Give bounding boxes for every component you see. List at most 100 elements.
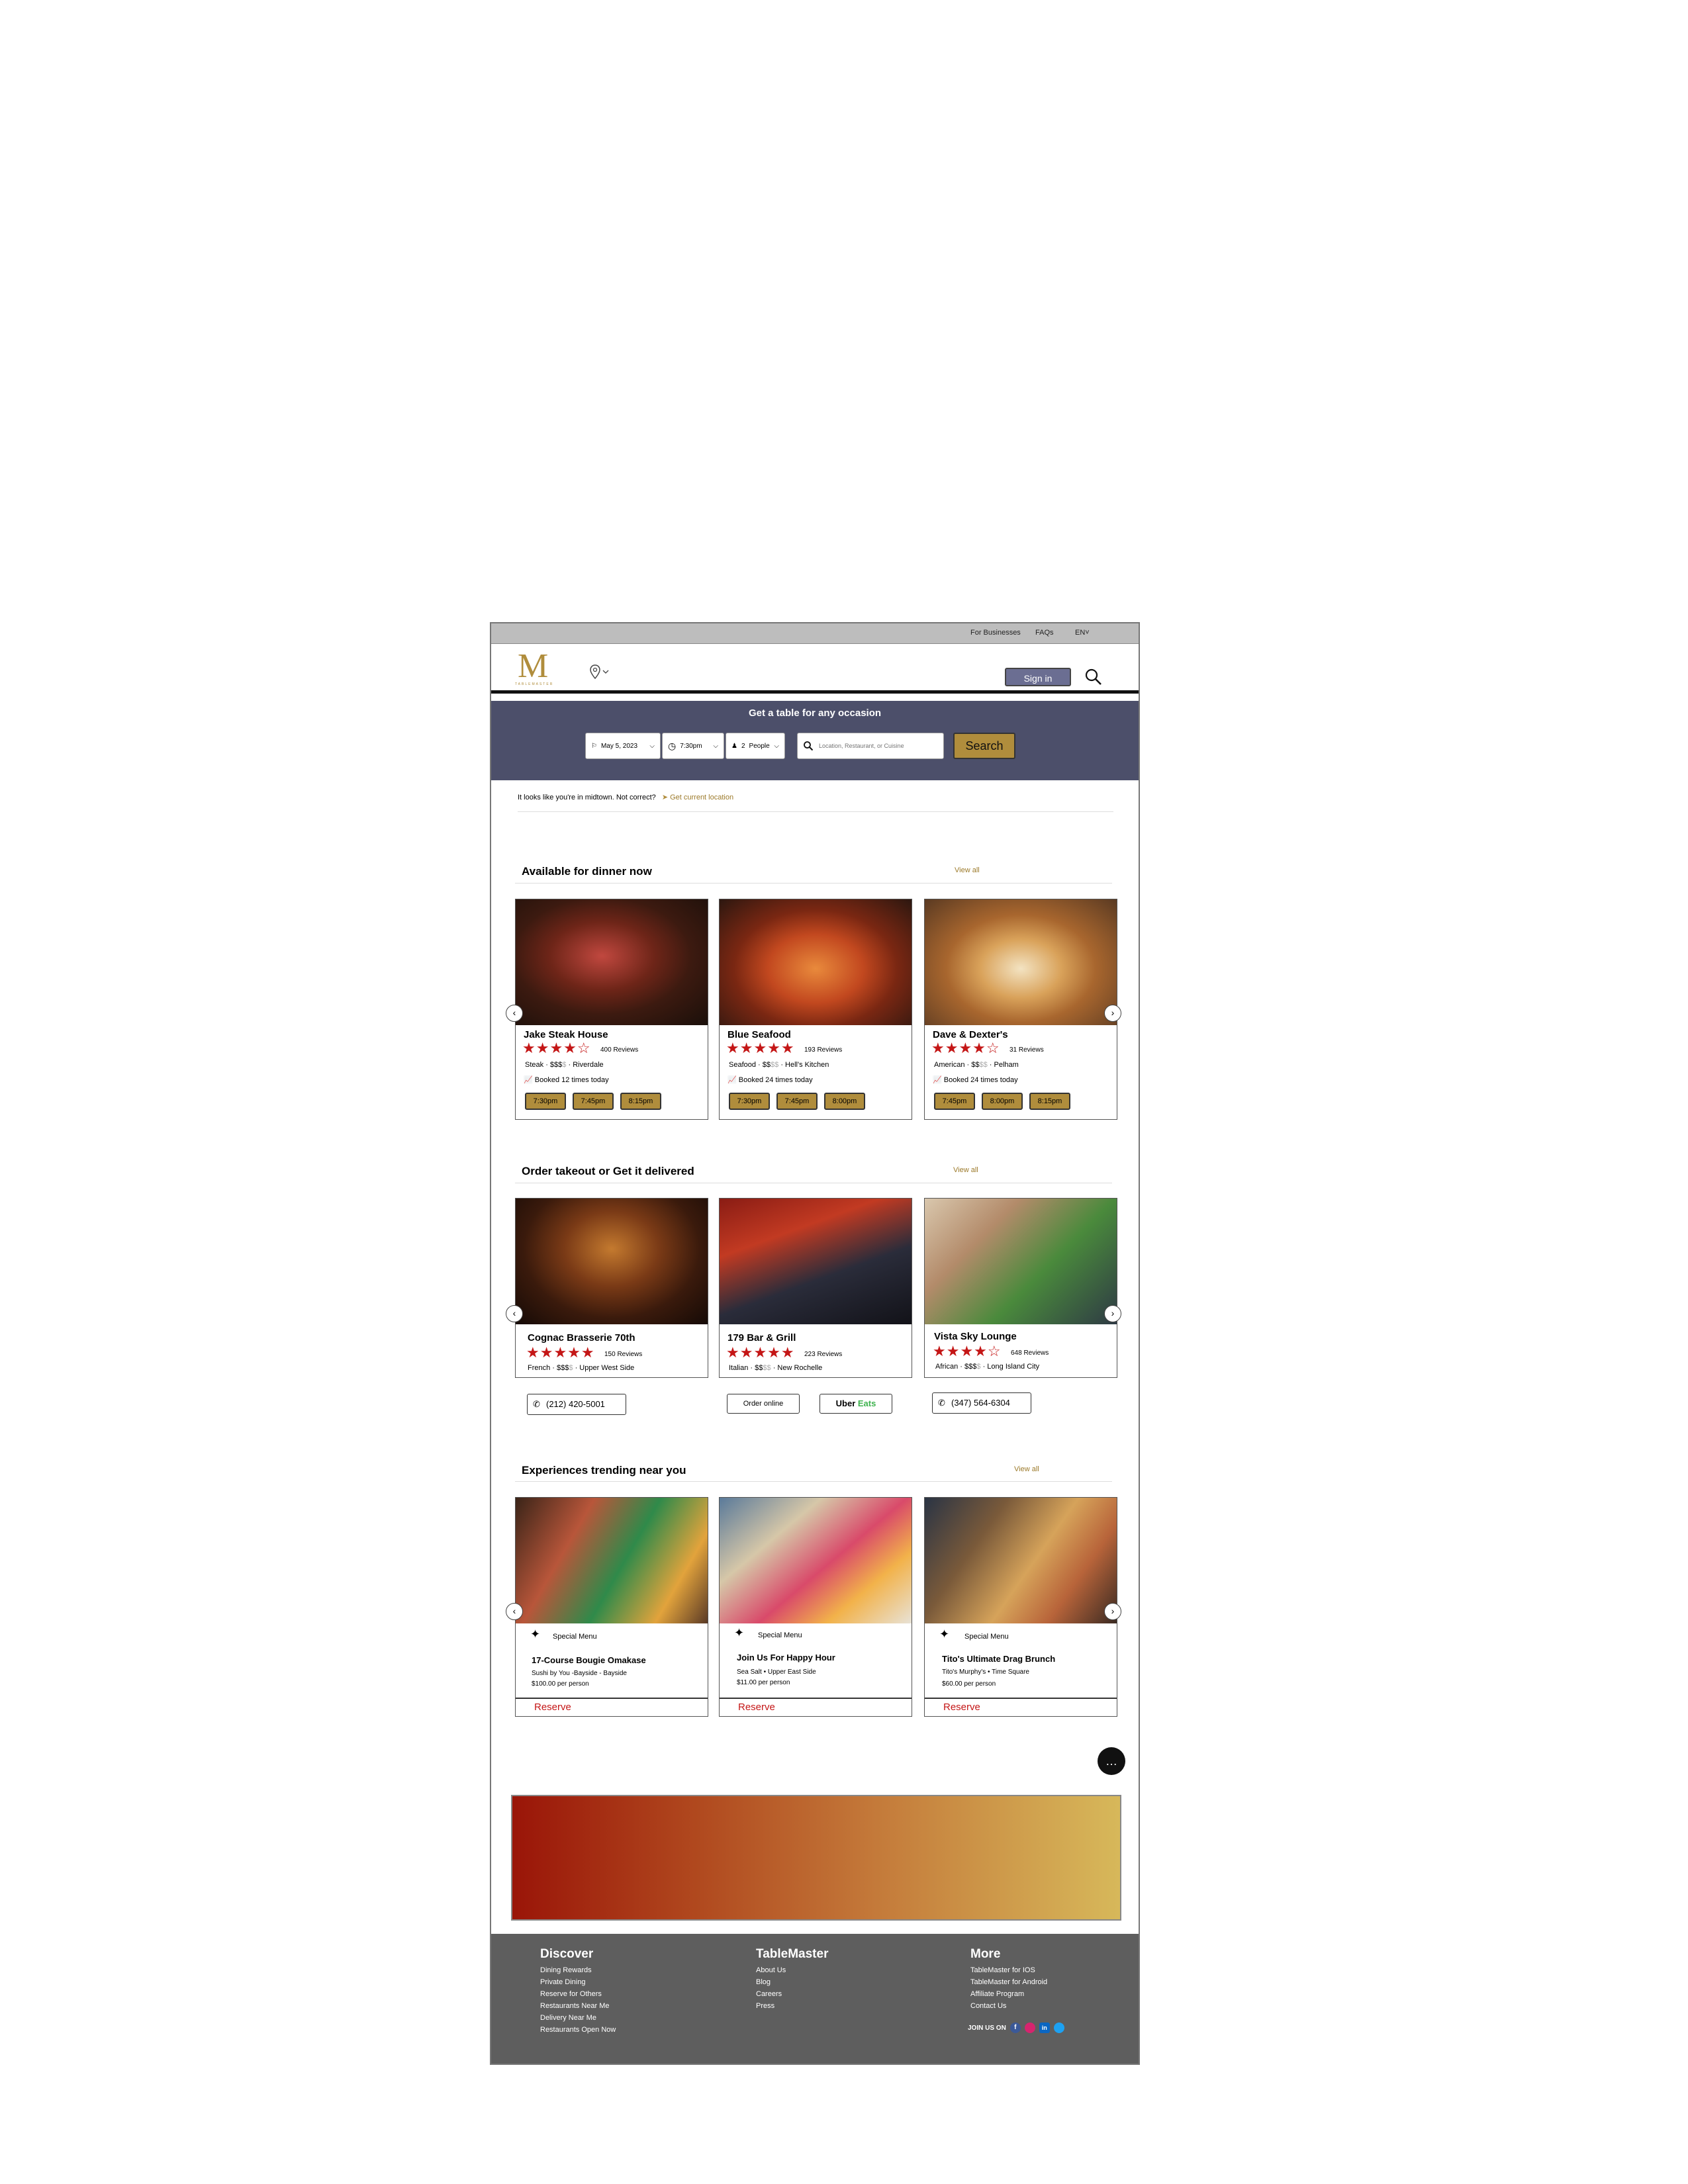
footer-more: More TableMaster for IOS TableMaster for…	[970, 1947, 1047, 2012]
time-slot-button[interactable]: 8:15pm	[620, 1093, 661, 1110]
sign-in-button[interactable]: Sign in	[1005, 668, 1071, 686]
view-all-experiences-link[interactable]: View all	[1014, 1465, 1039, 1473]
footer-link[interactable]: Affiliate Program	[970, 1988, 1047, 2000]
site-footer: Discover Dining Rewards Private Dining R…	[491, 1934, 1139, 2064]
restaurant-name[interactable]: Blue Seafood	[727, 1029, 791, 1040]
footer-link[interactable]: About Us	[756, 1964, 828, 1976]
search-button[interactable]: Search	[953, 733, 1015, 759]
chat-icon[interactable]: …	[1098, 1747, 1125, 1775]
order-online-button[interactable]: Order online	[727, 1394, 800, 1414]
time-slot-button[interactable]: 7:30pm	[525, 1093, 566, 1110]
footer-link[interactable]: TableMaster for Android	[970, 1976, 1047, 1988]
party-size-picker[interactable]: ♟ 2 People ⌵	[726, 733, 785, 759]
phone-button[interactable]: ✆ (347) 564-6304	[932, 1392, 1031, 1414]
restaurant-card[interactable]: Cognac Brasserie 70th ★★★★★ 150 Reviews …	[515, 1198, 708, 1378]
instagram-icon[interactable]	[1024, 2023, 1035, 2033]
restaurant-name[interactable]: 179 Bar & Grill	[727, 1332, 796, 1343]
reserve-button[interactable]: Reserve	[720, 1698, 912, 1716]
booked-text: Booked 12 times today	[534, 1076, 609, 1084]
footer-heading: Discover	[540, 1947, 594, 1961]
carousel-prev-button[interactable]: ‹	[506, 1005, 523, 1022]
review-count[interactable]: 150 Reviews	[604, 1351, 642, 1358]
view-all-takeout-link[interactable]: View all	[953, 1166, 978, 1174]
logo[interactable]: M	[518, 649, 548, 684]
carousel-prev-button[interactable]: ‹	[506, 1305, 523, 1322]
location-picker[interactable]	[589, 664, 612, 684]
experience-name[interactable]: Join Us For Happy Hour	[737, 1653, 835, 1662]
search-input[interactable]	[818, 742, 933, 750]
restaurant-meta: French · $$$$ · Upper West Side	[528, 1364, 635, 1372]
footer-link[interactable]: Contact Us	[970, 2000, 1047, 2012]
carousel-next-button[interactable]: ›	[1104, 1305, 1121, 1322]
restaurant-card[interactable]: Dave & Dexter's ★★★★☆ 31 Reviews America…	[924, 899, 1117, 1120]
experience-card[interactable]: ✦ Special Menu Tito's Ultimate Drag Brun…	[924, 1497, 1117, 1717]
experience-card[interactable]: ✦ Special Menu 17-Course Bougie Omakase …	[515, 1497, 708, 1717]
time-slot-button[interactable]: 8:00pm	[824, 1093, 865, 1110]
trending-icon: 📈	[933, 1076, 942, 1084]
get-current-location-link[interactable]: Get current location	[670, 794, 733, 801]
date-picker[interactable]: ⚐ May 5, 2023 ⌵	[585, 733, 661, 759]
time-slot-button[interactable]: 8:15pm	[1029, 1093, 1070, 1110]
dish-photo	[925, 899, 1117, 1025]
site-header: M TABLEMASTER Sign in	[491, 644, 1139, 694]
party-label: People	[749, 742, 770, 750]
linkedin-icon[interactable]: in	[1039, 2023, 1050, 2033]
section-title-experiences: Experiences trending near you	[522, 1464, 686, 1477]
review-count[interactable]: 648 Reviews	[1011, 1349, 1049, 1357]
carousel-next-button[interactable]: ›	[1104, 1005, 1121, 1022]
section-divider	[515, 883, 1112, 884]
footer-link[interactable]: Press	[756, 2000, 828, 2012]
for-businesses-link[interactable]: For Businesses	[970, 629, 1021, 637]
search-icon[interactable]	[1084, 668, 1103, 690]
experience-venue: Tito's Murphy's • Time Square	[942, 1668, 1029, 1676]
time-slot-button[interactable]: 7:30pm	[729, 1093, 770, 1110]
reserve-button[interactable]: Reserve	[516, 1698, 708, 1716]
person-icon: ♟	[731, 742, 737, 750]
footer-link[interactable]: Private Dining	[540, 1976, 616, 1988]
time-slot-button[interactable]: 7:45pm	[934, 1093, 975, 1110]
carousel-prev-button[interactable]: ‹	[506, 1603, 523, 1620]
carousel-next-button[interactable]: ›	[1104, 1603, 1121, 1620]
reserve-button[interactable]: Reserve	[925, 1698, 1117, 1716]
experience-name[interactable]: Tito's Ultimate Drag Brunch	[942, 1654, 1055, 1664]
date-value: May 5, 2023	[600, 742, 638, 750]
time-slot-button[interactable]: 7:45pm	[776, 1093, 818, 1110]
footer-link[interactable]: Restaurants Near Me	[540, 2000, 616, 2012]
footer-link[interactable]: Delivery Near Me	[540, 2012, 616, 2024]
footer-link[interactable]: Careers	[756, 1988, 828, 2000]
star-rating: ★★★★★	[726, 1344, 795, 1361]
restaurant-card[interactable]: Vista Sky Lounge ★★★★☆ 648 Reviews Afric…	[924, 1198, 1117, 1378]
view-all-dinner-link[interactable]: View all	[955, 866, 980, 874]
review-count[interactable]: 31 Reviews	[1009, 1046, 1044, 1054]
phone-button[interactable]: ✆ (212) 420-5001	[527, 1394, 626, 1415]
footer-link[interactable]: TableMaster for IOS	[970, 1964, 1047, 1976]
restaurant-card[interactable]: 179 Bar & Grill ★★★★★ 223 Reviews Italia…	[719, 1198, 912, 1378]
location-text: It looks like you're in midtown. Not cor…	[518, 794, 656, 801]
review-count[interactable]: 193 Reviews	[804, 1046, 842, 1054]
restaurant-name[interactable]: Jake Steak House	[524, 1029, 608, 1040]
faqs-link[interactable]: FAQs	[1035, 629, 1054, 637]
promo-banner[interactable]	[511, 1795, 1121, 1921]
booked-text: Booked 24 times today	[738, 1076, 813, 1084]
review-count[interactable]: 400 Reviews	[600, 1046, 638, 1054]
restaurant-name[interactable]: Cognac Brasserie 70th	[528, 1332, 635, 1343]
time-picker[interactable]: ◷ 7:30pm ⌵	[662, 733, 724, 759]
time-slot-button[interactable]: 7:45pm	[573, 1093, 614, 1110]
facebook-icon[interactable]: f	[1009, 2023, 1021, 2033]
experience-name[interactable]: 17-Course Bougie Omakase	[532, 1655, 646, 1665]
review-count[interactable]: 223 Reviews	[804, 1351, 842, 1358]
twitter-icon[interactable]	[1053, 2023, 1064, 2033]
footer-link[interactable]: Dining Rewards	[540, 1964, 616, 1976]
language-select[interactable]: EN˅	[1075, 629, 1090, 637]
footer-link[interactable]: Reserve for Others	[540, 1988, 616, 2000]
time-slot-button[interactable]: 8:00pm	[982, 1093, 1023, 1110]
search-field[interactable]	[797, 733, 944, 759]
experience-card[interactable]: ✦ Special Menu Join Us For Happy Hour Se…	[719, 1497, 912, 1717]
uber-eats-button[interactable]: Uber Eats	[820, 1394, 892, 1414]
restaurant-card[interactable]: Blue Seafood ★★★★★ 193 Reviews Seafood ·…	[719, 899, 912, 1120]
restaurant-name[interactable]: Vista Sky Lounge	[934, 1331, 1017, 1342]
footer-link[interactable]: Restaurants Open Now	[540, 2024, 616, 2036]
footer-link[interactable]: Blog	[756, 1976, 828, 1988]
restaurant-name[interactable]: Dave & Dexter's	[933, 1029, 1008, 1040]
restaurant-card[interactable]: Jake Steak House ★★★★☆ 400 Reviews Steak…	[515, 899, 708, 1120]
